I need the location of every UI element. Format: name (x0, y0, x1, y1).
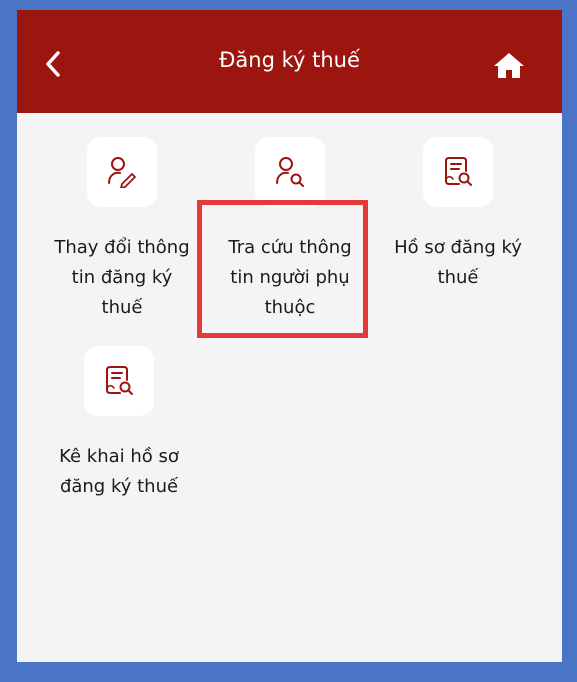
tile-tax-registration-dossier[interactable]: Hồ sơ đăng ký thuế (368, 137, 548, 293)
home-button[interactable] (489, 46, 529, 84)
home-icon (494, 53, 524, 78)
tile-label: Kê khai hồ sơ đăng ký thuế (59, 446, 179, 497)
app-header: Đăng ký thuế (17, 10, 562, 113)
tile-icon-box (423, 137, 493, 207)
document-search-icon (106, 366, 133, 395)
page-title: Đăng ký thuế (219, 48, 360, 72)
highlight-box (197, 200, 368, 338)
tile-icon-box (84, 346, 154, 416)
user-search-icon (276, 157, 304, 187)
tile-label: Thay đổi thông tin đăng ký thuế (54, 237, 190, 318)
user-edit-icon (108, 157, 136, 188)
document-search-icon (445, 157, 472, 186)
tile-icon-box (255, 137, 325, 207)
tile-icon-box (87, 137, 157, 207)
tile-label: Hồ sơ đăng ký thuế (394, 237, 522, 288)
tile-change-tax-registration[interactable]: Thay đổi thông tin đăng ký thuế (32, 137, 212, 323)
tile-declare-tax-registration-dossier[interactable]: Kê khai hồ sơ đăng ký thuế (29, 346, 209, 502)
app-screen: Đăng ký thuế Thay đổi thông tin đăng ký … (17, 10, 562, 662)
